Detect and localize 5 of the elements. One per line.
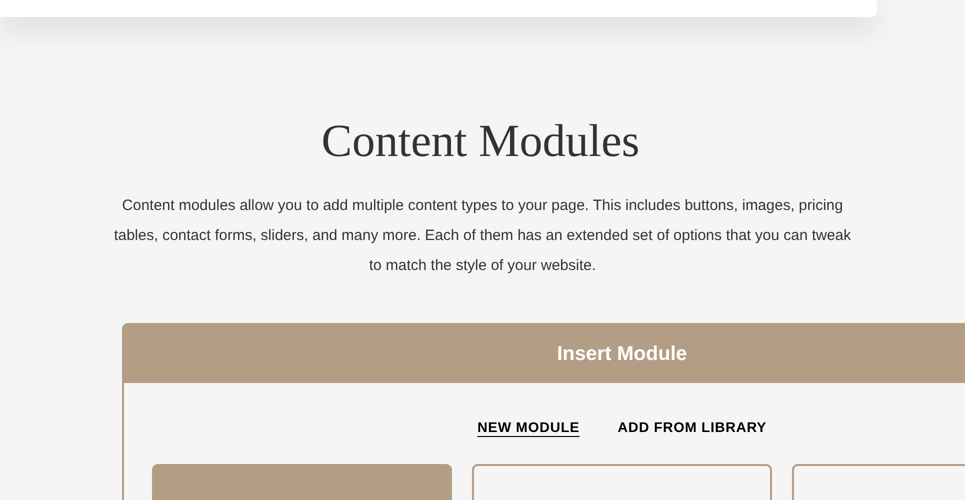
description-paragraph: Content modules allow you to add multiple content types to your page. This includes buttons, images, pricing tables, contact forms, sliders, and many more. Each of them has an extended set of options that you can tweak to match the style of your website. xyxy=(112,196,852,276)
panel-title: Insert Module xyxy=(556,342,687,367)
module-tab[interactable]: NEW MODULE xyxy=(477,417,580,438)
page-heading: Content Modules xyxy=(320,114,641,168)
module-tab[interactable]: ADD FROM LIBRARY xyxy=(618,417,767,438)
